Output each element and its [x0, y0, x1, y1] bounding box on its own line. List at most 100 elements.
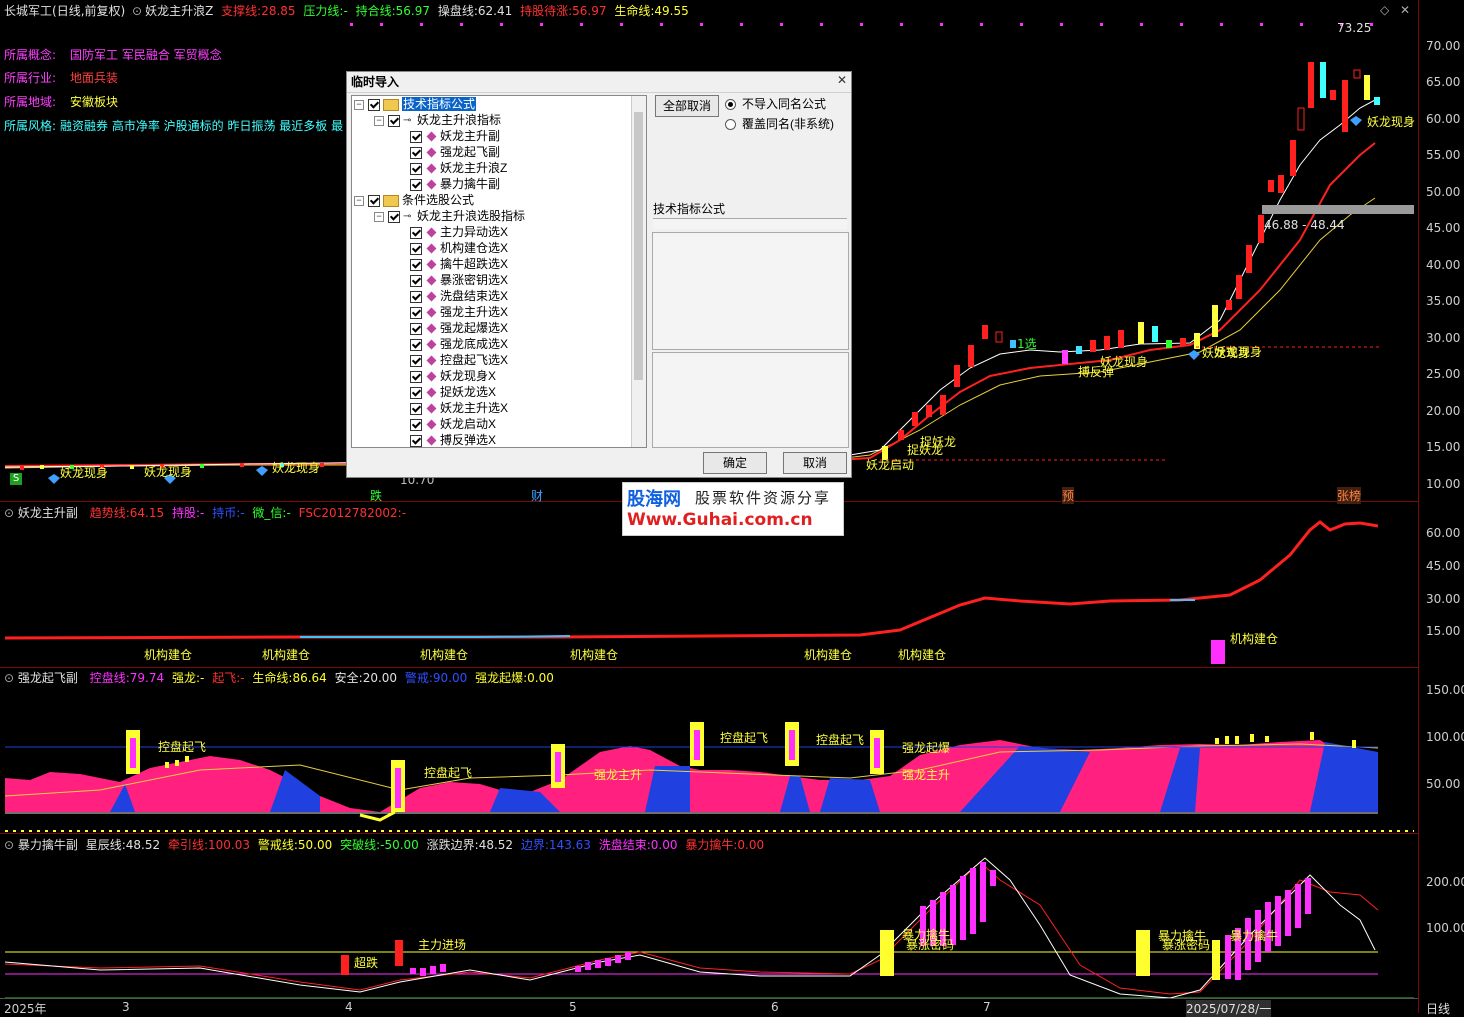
tree-item[interactable]: 机构建仓选X: [410, 240, 508, 256]
checkbox[interactable]: [410, 274, 422, 287]
y-tick: 45.00: [1426, 559, 1461, 573]
event-marker[interactable]: 张榜: [1337, 487, 1362, 504]
signal-label: 1选: [1017, 337, 1037, 351]
checkbox[interactable]: [410, 402, 422, 415]
tree-item[interactable]: 暴涨密钥选X: [410, 272, 508, 288]
tree-item[interactable]: 捉妖龙选X: [410, 384, 496, 400]
event-marker[interactable]: 预: [1062, 487, 1075, 504]
checkbox[interactable]: [410, 130, 422, 143]
checkbox[interactable]: [410, 146, 422, 159]
pane2-title[interactable]: 妖龙主升副: [18, 506, 78, 520]
checkbox[interactable]: [368, 98, 380, 111]
signal-label: 妖龙现身: [1367, 115, 1416, 129]
tree-label: 擒牛超跌选X: [440, 257, 509, 271]
checkbox[interactable]: [410, 370, 422, 383]
checkbox[interactable]: [368, 194, 380, 207]
tree-item[interactable]: 妖龙启动X: [410, 416, 496, 432]
burst-value: 0.00: [527, 671, 554, 685]
checkbox[interactable]: [388, 210, 400, 223]
collapse-icon[interactable]: −: [354, 99, 364, 110]
radio[interactable]: [725, 119, 736, 131]
tree-item[interactable]: 搏反弹选X: [410, 432, 496, 447]
danger-label: 警戒:: [404, 671, 433, 685]
checkbox[interactable]: [410, 386, 422, 399]
pane-toggle-icon[interactable]: ⊙: [4, 838, 14, 852]
collapse-icon[interactable]: −: [354, 195, 364, 206]
dialog-close-icon[interactable]: ✕: [835, 74, 849, 88]
cancel-button[interactable]: 取消: [783, 452, 847, 474]
formula-icon: [426, 419, 437, 430]
break-value: -50.00: [380, 838, 419, 852]
bull-label: 暴力擒牛:: [685, 838, 738, 852]
dialog-title[interactable]: 临时导入: [347, 72, 851, 93]
formula-detail-box[interactable]: [652, 352, 849, 448]
pane-toggle-icon[interactable]: ⊙: [4, 506, 14, 520]
tree-scrollbar[interactable]: [631, 96, 646, 447]
checkbox[interactable]: [410, 418, 422, 431]
tree-group-tech[interactable]: − 技术指标公式: [354, 96, 477, 112]
checkbox[interactable]: [410, 434, 422, 447]
formula-tree[interactable]: − 技术指标公式 − ⊸ 妖龙主升浪指标 妖龙主升副 强龙起飞副 妖龙主升浪Z 暴力擒…: [351, 95, 647, 448]
checkbox[interactable]: [410, 242, 422, 255]
tree-item[interactable]: 妖龙主升副: [410, 128, 500, 144]
collapse-icon[interactable]: −: [374, 211, 384, 222]
checkbox[interactable]: [410, 290, 422, 303]
y-tick: 20.00: [1426, 404, 1461, 418]
pane4-title[interactable]: 暴力擒牛副: [18, 838, 78, 852]
event-marker[interactable]: 财: [531, 487, 543, 504]
tree-item[interactable]: 妖龙主升浪Z: [410, 160, 507, 176]
checkbox[interactable]: [410, 338, 422, 351]
tree-item[interactable]: 强龙主升选X: [410, 304, 508, 320]
tree-sub-select[interactable]: − ⊸ 妖龙主升浪选股指标: [374, 208, 525, 224]
formula-icon: [426, 435, 437, 446]
pane-toggle-icon[interactable]: ⊙: [4, 671, 14, 685]
formula-type-label: 技术指标公式: [653, 202, 726, 216]
formula-desc-box[interactable]: [652, 232, 849, 350]
tree-item[interactable]: 控盘起飞选X: [410, 352, 508, 368]
hold-value: -: [200, 506, 205, 520]
tree-item[interactable]: 擒牛超跌选X: [410, 256, 508, 272]
tree-group-select[interactable]: − 条件选股公式: [354, 192, 474, 208]
pane-divider[interactable]: [0, 667, 1418, 668]
ok-button[interactable]: 确定: [703, 452, 767, 474]
wash-label: 洗盘结束:: [598, 838, 651, 852]
signal-label: 主力进场: [418, 938, 467, 952]
checkbox[interactable]: [410, 322, 422, 335]
pane-divider[interactable]: [0, 833, 1418, 834]
radio-no-import[interactable]: 不导入同名公式: [725, 95, 826, 112]
tree-item[interactable]: 强龙底成选X: [410, 336, 508, 352]
checkbox[interactable]: [410, 354, 422, 367]
tree-item[interactable]: 强龙起飞副: [410, 144, 500, 160]
checkbox[interactable]: [410, 306, 422, 319]
fly-value: -: [240, 671, 245, 685]
bound-label: 涨跌边界:: [426, 838, 479, 852]
cancel-all-button[interactable]: 全部取消: [655, 95, 719, 117]
collapse-icon[interactable]: −: [374, 115, 384, 126]
checkbox[interactable]: [410, 226, 422, 239]
formula-icon: [426, 179, 437, 190]
checkbox[interactable]: [410, 162, 422, 175]
radio[interactable]: [725, 99, 736, 111]
signal-label: 暴力擒牛: [1230, 929, 1279, 943]
radio-overwrite[interactable]: 覆盖同名(非系统): [725, 115, 834, 132]
pane3-title[interactable]: 强龙起飞副: [18, 671, 78, 685]
tree-item[interactable]: 洗盘结束选X: [410, 288, 508, 304]
cursor-date: 2025/07/28/一: [1186, 1000, 1272, 1017]
checkbox[interactable]: [410, 258, 422, 271]
tree-item[interactable]: 主力异动选X: [410, 224, 508, 240]
s-marker[interactable]: S: [10, 473, 22, 485]
tree-item[interactable]: 妖龙现身X: [410, 368, 496, 384]
event-marker[interactable]: 跌: [370, 487, 382, 504]
scroll-thumb[interactable]: [634, 112, 643, 380]
y-tick: 100.00: [1426, 730, 1464, 744]
tree-item[interactable]: 暴力擒牛副: [410, 176, 500, 192]
tree-sub-tech[interactable]: − ⊸ 妖龙主升浪指标: [374, 112, 501, 128]
tree-item[interactable]: 强龙起爆选X: [410, 320, 508, 336]
tree-item[interactable]: 妖龙主升选X: [410, 400, 508, 416]
period-button[interactable]: 日线: [1426, 1000, 1450, 1017]
checkbox[interactable]: [388, 114, 400, 127]
folder-icon: [383, 98, 399, 111]
tree-label: 洗盘结束选X: [440, 289, 509, 303]
inst-build-label: 机构建仓: [262, 648, 311, 662]
checkbox[interactable]: [410, 178, 422, 191]
